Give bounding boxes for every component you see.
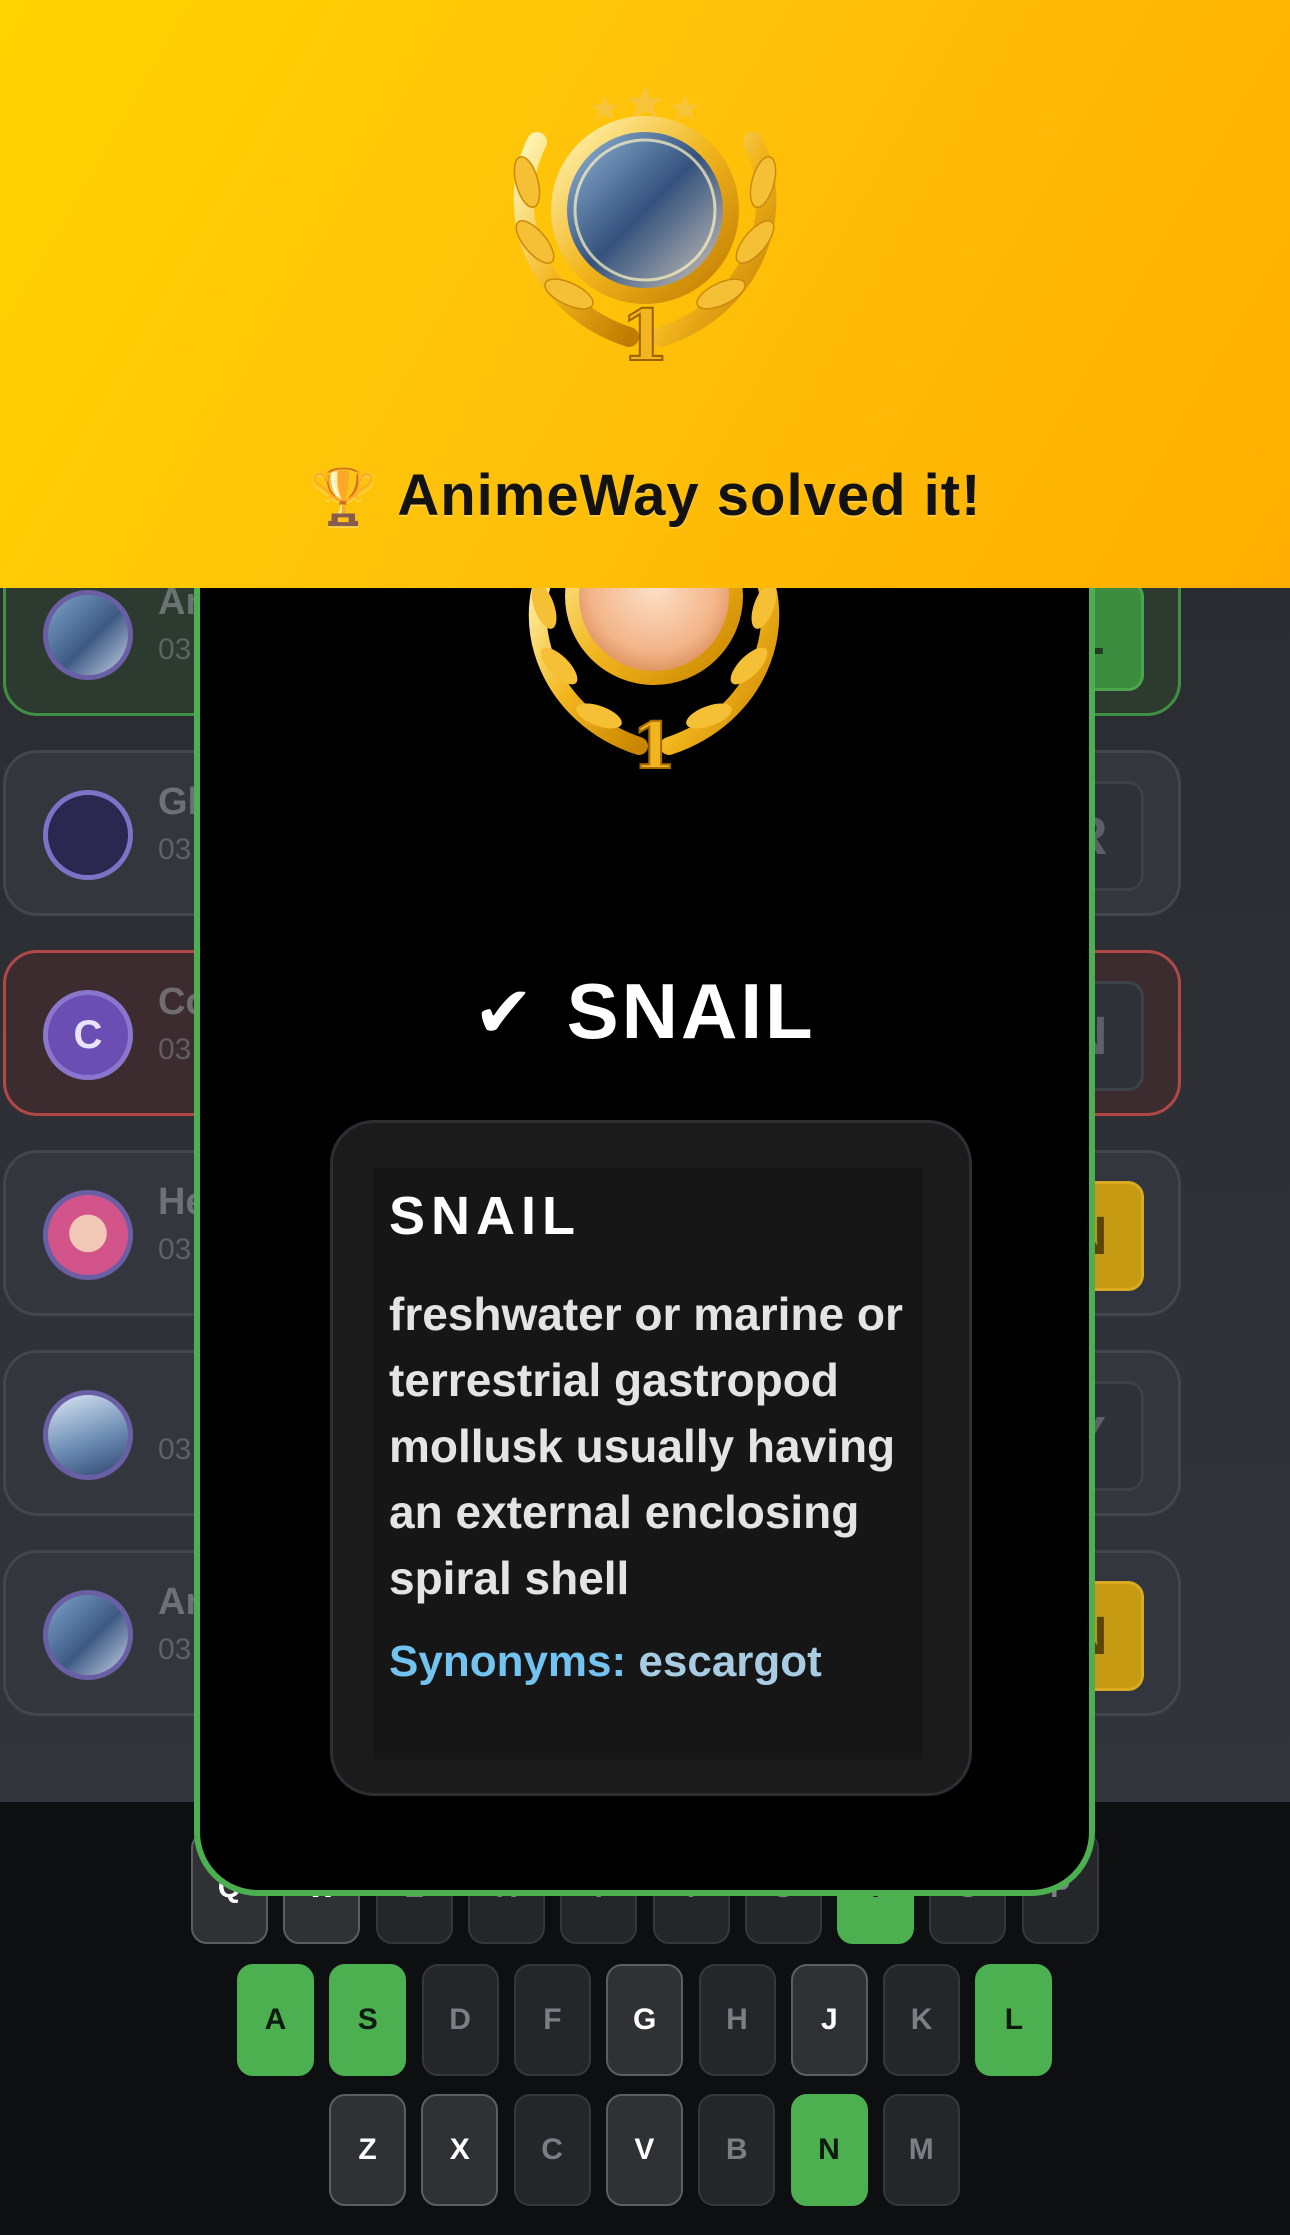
key-b[interactable]: B xyxy=(698,2094,776,2206)
guess-time: 03 xyxy=(158,633,192,666)
winner-message: 🏆 AnimeWay solved it! xyxy=(0,462,1290,529)
definition-content: SNAIL freshwater or marine or terrestria… xyxy=(373,1167,923,1759)
definition-text: freshwater or marine or terrestrial gast… xyxy=(389,1288,903,1604)
key-v[interactable]: V xyxy=(605,2094,683,2206)
key-a[interactable]: A xyxy=(237,1964,314,2076)
key-x[interactable]: X xyxy=(421,2094,499,2206)
definition-word: SNAIL xyxy=(389,1186,581,1246)
key-m[interactable]: M xyxy=(882,2094,960,2206)
svg-text:1: 1 xyxy=(632,709,677,784)
key-k[interactable]: K xyxy=(883,1964,961,2076)
result-modal: 1 ✔ SNAIL SNAIL freshwater or marine or … xyxy=(194,540,1095,1896)
synonyms-value: escargot xyxy=(638,1637,822,1686)
answer-word: SNAIL xyxy=(566,967,816,1055)
avatar[interactable] xyxy=(43,590,133,680)
winner-message-text: AnimeWay solved it! xyxy=(397,463,982,528)
winner-avatar-medal-icon: 1 xyxy=(497,82,793,378)
guess-time: 03 xyxy=(158,1633,192,1666)
answer-heading: ✔ SNAIL xyxy=(200,966,1089,1057)
key-g[interactable]: G xyxy=(606,1964,684,2076)
key-l[interactable]: L xyxy=(975,1964,1053,2076)
key-j[interactable]: J xyxy=(790,1964,868,2076)
key-c[interactable]: C xyxy=(513,2094,591,2206)
guess-time: 03 xyxy=(158,1433,192,1466)
winner-banner: 1 🏆 AnimeWay solved it! xyxy=(0,0,1290,588)
svg-text:1: 1 xyxy=(621,294,670,372)
guess-time: 03 xyxy=(158,1233,192,1266)
key-z[interactable]: Z xyxy=(329,2094,406,2206)
avatar[interactable] xyxy=(43,1390,133,1480)
definition-card: SNAIL freshwater or marine or terrestria… xyxy=(330,1120,972,1796)
key-s[interactable]: S xyxy=(329,1964,407,2076)
guess-time: 03 xyxy=(158,833,192,866)
avatar[interactable]: C xyxy=(43,990,133,1080)
key-h[interactable]: H xyxy=(698,1964,776,2076)
key-n[interactable]: N xyxy=(790,2094,868,2206)
key-d[interactable]: D xyxy=(421,1964,499,2076)
avatar[interactable] xyxy=(43,790,133,880)
avatar[interactable] xyxy=(43,1590,133,1680)
trophy-icon: 🏆 xyxy=(308,464,380,527)
synonyms-label: Synonyms: xyxy=(389,1637,627,1686)
synonyms-line: Synonyms: escargot xyxy=(389,1637,907,1687)
key-f[interactable]: F xyxy=(513,1964,591,2076)
guess-time: 03 xyxy=(158,1033,192,1066)
avatar[interactable] xyxy=(43,1190,133,1280)
checkmark-icon: ✔ xyxy=(473,972,537,1053)
